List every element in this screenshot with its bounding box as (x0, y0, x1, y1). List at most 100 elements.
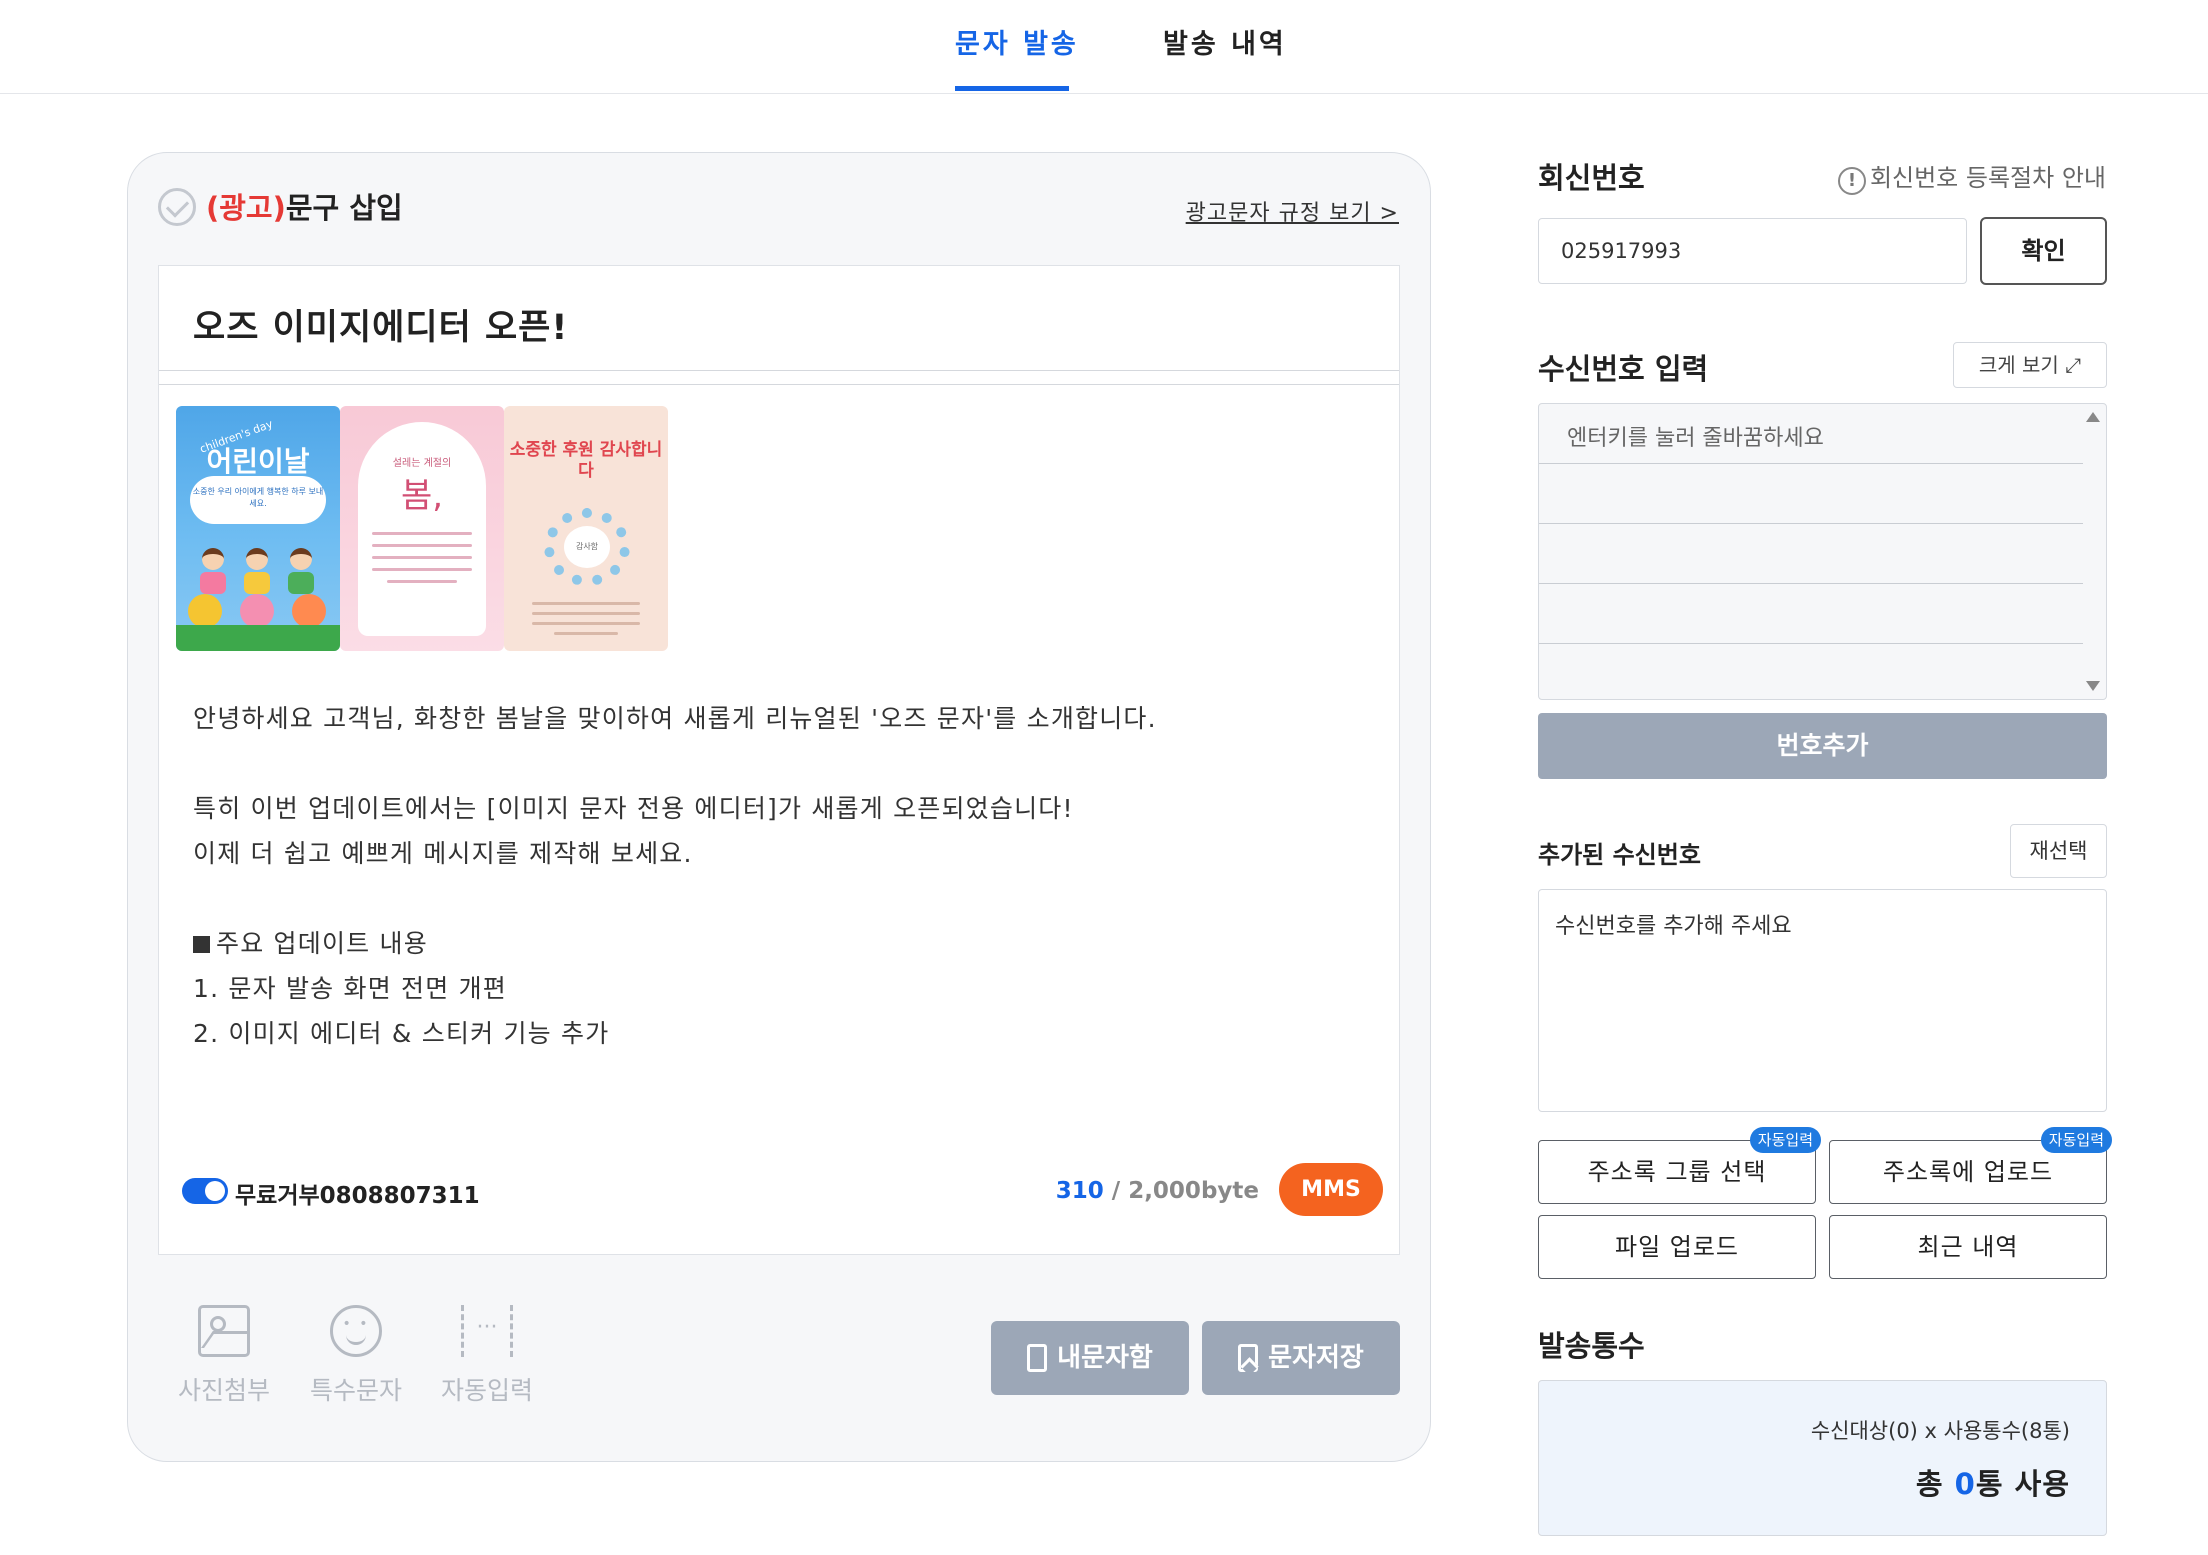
recipient-row (1539, 524, 2083, 584)
attached-image-childrens-day[interactable]: children's day 어린이날 소중한 우리 아이에게 행복한 하루 보… (176, 406, 340, 651)
tab-send-history[interactable]: 발송 내역 (1163, 22, 1287, 61)
byte-counter: 310 / 2,000byte (1056, 1178, 1259, 1204)
body-line: 1. 문자 발송 화면 전면 개편 (193, 974, 507, 1003)
auto-input-badge: 자동입력 (1749, 1127, 1821, 1153)
send-count-title: 발송통수 (1538, 1329, 1645, 1363)
recipient-input-title: 수신번호 입력 (1538, 352, 1709, 386)
flower-illustration (240, 594, 274, 628)
kid-illustration (286, 548, 316, 594)
expand-icon: ⤢ (2065, 353, 2082, 377)
byte-limit: / 2,000byte (1111, 1178, 1259, 1204)
address-upload-label: 주소록에 업로드 (1882, 1158, 2054, 1186)
total-prefix: 총 (1915, 1467, 1955, 1501)
send-count-box: 수신대상(0) x 사용통수(8통) 총 0통 사용 (1538, 1380, 2107, 1536)
ad-rule-link[interactable]: 광고문자 규정 보기 > (1186, 195, 1399, 227)
recipient-placeholder: 엔터키를 눌러 줄바꿈하세요 (1567, 426, 1824, 451)
body-line-heading: 주요 업데이트 내용 (216, 929, 428, 958)
scroll-up-icon[interactable] (2086, 412, 2100, 422)
body-line: 이제 더 쉽고 예쁘게 메시지를 제작해 보세요. (193, 839, 693, 868)
expand-label: 크게 보기 (1978, 353, 2059, 377)
my-messages-label: 내문자함 (1057, 1343, 1153, 1373)
reply-help-link[interactable]: ! 회신번호 등록절차 안내 (1837, 158, 2106, 195)
attached-image-thanks[interactable]: 소중한 후원 감사합니다 감사함 (504, 406, 668, 651)
inbox-icon (1027, 1344, 1048, 1372)
optout-number-label: 무료거부0808807311 (235, 1183, 480, 1209)
thumb3-center-text: 감사함 (564, 526, 610, 568)
address-group-select-button[interactable]: 주소록 그룹 선택 자동입력 (1538, 1127, 1821, 1204)
ad-title-suffix: 문구 삽입 (285, 191, 403, 225)
attach-photo-button[interactable]: 사진첨부 (169, 1305, 279, 1407)
reply-number-input[interactable]: 025917993 (1538, 218, 1967, 284)
byte-count: 310 (1055, 1178, 1104, 1204)
added-recipients-title: 추가된 수신번호 (1538, 841, 1701, 869)
special-chars-label: 특수문자 (309, 1376, 402, 1405)
save-message-button[interactable]: 문자저장 (1202, 1321, 1400, 1395)
reselect-button[interactable]: 재선택 (2010, 824, 2107, 878)
bookmark-icon (1238, 1344, 1259, 1372)
body-line (193, 876, 1157, 921)
bracket-icon (461, 1305, 513, 1357)
kid-illustration (198, 548, 228, 594)
thumb3-title: 소중한 후원 감사합니다 (509, 440, 663, 481)
body-line: 특히 이번 업데이트에서는 [이미지 문자 전용 에디터]가 새롭게 오픈되었습… (193, 794, 1074, 823)
reply-help-label: 회신번호 등록절차 안내 (1869, 164, 2106, 192)
total-value: 0 (1954, 1467, 1976, 1501)
body-line: 안녕하세요 고객님, 화창한 봄날을 맞이하여 새롭게 리뉴얼된 '오즈 문자'… (193, 704, 1157, 733)
top-tab-bar: 문자 발송 발송 내역 (0, 0, 2208, 94)
thumb3-text-lines (532, 602, 640, 642)
message-editor: 오즈 이미지에디터 오픈! children's day 어린이날 소중한 우리… (158, 265, 1400, 1255)
address-group-select-label: 주소록 그룹 선택 (1587, 1158, 1767, 1186)
ad-insert-label[interactable]: (광고)문구 삽입 (206, 185, 403, 227)
kid-illustration (242, 548, 272, 594)
auto-input-button[interactable]: 자동입력 (432, 1305, 542, 1407)
flower-illustration (292, 594, 326, 628)
message-body[interactable]: 안녕하세요 고객님, 화창한 봄날을 맞이하여 새롭게 리뉴얼된 '오즈 문자'… (193, 696, 1157, 1056)
thumb1-cloud: 소중한 우리 아이에게 행복한 하루 보내세요. (190, 476, 326, 524)
body-line: 2. 이미지 에디터 & 스티커 기능 추가 (193, 1019, 610, 1048)
subject-input[interactable]: 오즈 이미지에디터 오픈! (193, 299, 568, 350)
body-line: 주요 업데이트 내용 (193, 921, 1157, 966)
thumb1-title: 어린이날 (206, 445, 310, 478)
square-bullet-icon (193, 936, 210, 953)
special-chars-button[interactable]: 특수문자 (301, 1305, 411, 1407)
recipient-row (1539, 464, 2083, 524)
thumb2-text-lines (372, 532, 472, 592)
recipient-row (1539, 584, 2083, 644)
thumb2-small-text: 설레는 계절의 (392, 458, 452, 469)
send-count-total: 총 0통 사용 (1916, 1461, 2070, 1503)
reply-confirm-button[interactable]: 확인 (1980, 217, 2107, 285)
expand-view-button[interactable]: 크게 보기 ⤢ (1953, 342, 2107, 388)
ad-prefix: (광고) (206, 191, 286, 225)
tab-send-message[interactable]: 문자 발송 (955, 22, 1079, 61)
recent-history-button[interactable]: 최근 내역 (1829, 1215, 2107, 1279)
ad-insert-checkbox[interactable] (158, 188, 196, 226)
add-number-button[interactable]: 번호추가 (1538, 713, 2107, 779)
auto-input-badge: 자동입력 (2040, 1127, 2112, 1153)
added-recipients-list: 수신번호를 추가해 주세요 (1538, 889, 2107, 1112)
my-messages-button[interactable]: 내문자함 (991, 1321, 1189, 1395)
address-upload-button[interactable]: 주소록에 업로드 자동입력 (1829, 1127, 2112, 1204)
message-type-badge: MMS (1279, 1163, 1383, 1216)
save-message-label: 문자저장 (1268, 1343, 1364, 1373)
send-count-formula: 수신대상(0) x 사용통수(8통) (1810, 1419, 2070, 1443)
active-tab-indicator (955, 86, 1069, 91)
attach-photo-label: 사진첨부 (177, 1376, 270, 1405)
optout-toggle[interactable] (182, 1178, 228, 1204)
flower-illustration (188, 594, 222, 628)
subject-divider-2 (159, 384, 1399, 385)
total-suffix: 통 사용 (1975, 1467, 2070, 1501)
body-line (193, 741, 1157, 786)
auto-input-label: 자동입력 (440, 1376, 533, 1405)
recipient-textarea[interactable]: 엔터키를 눌러 줄바꿈하세요 (1538, 403, 2107, 700)
subject-divider (159, 370, 1399, 371)
reply-number-title: 회신번호 (1538, 161, 1645, 195)
recipient-row: 엔터키를 눌러 줄바꿈하세요 (1539, 404, 2083, 464)
thumb2-big-text: 봄, (400, 476, 444, 516)
attached-image-spring[interactable]: 설레는 계절의 봄, (340, 406, 504, 651)
smile-icon (330, 1305, 382, 1357)
info-icon: ! (1837, 167, 1866, 195)
scroll-down-icon[interactable] (2086, 681, 2100, 691)
added-placeholder: 수신번호를 추가해 주세요 (1555, 914, 1792, 939)
thumb1-caption: 소중한 우리 아이에게 행복한 하루 보내세요. (192, 487, 324, 508)
file-upload-button[interactable]: 파일 업로드 (1538, 1215, 1816, 1279)
